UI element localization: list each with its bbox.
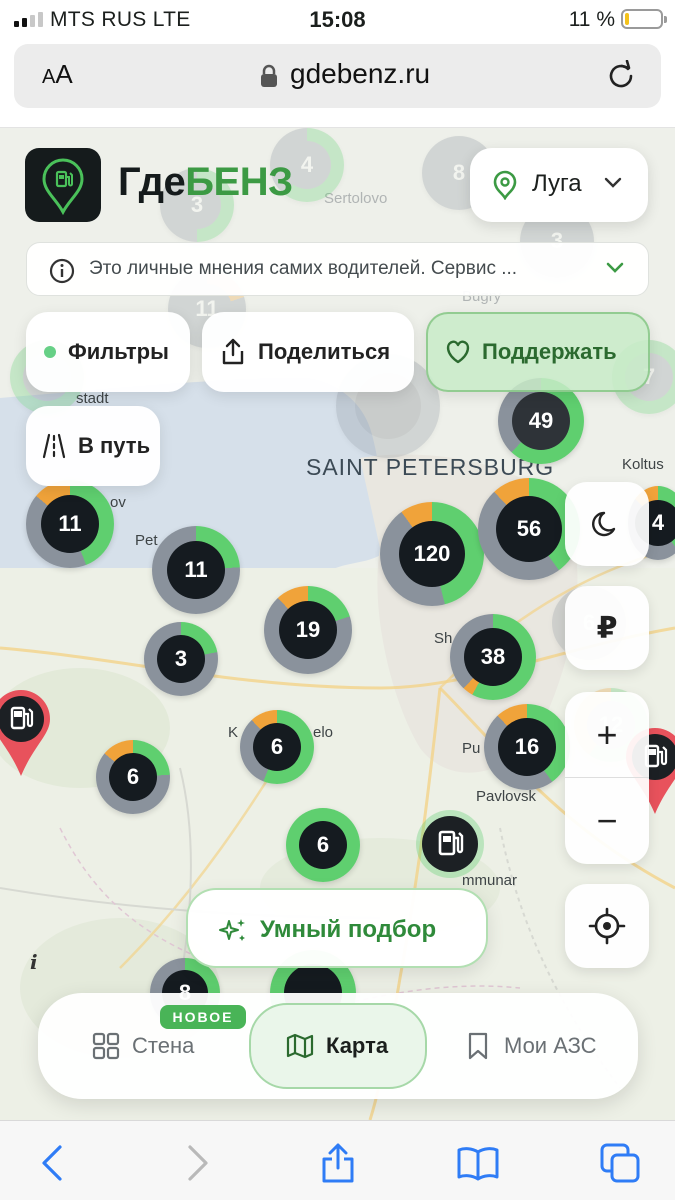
- road-icon: [42, 433, 66, 459]
- support-button[interactable]: Поддержать: [426, 312, 650, 392]
- forward-button[interactable]: [176, 1141, 220, 1185]
- upload-icon: [222, 338, 244, 365]
- nav-map-label: Карта: [326, 1033, 389, 1058]
- heart-icon: [446, 340, 470, 364]
- city-label: Луга: [532, 170, 582, 197]
- brand-name: ГдеБЕНЗ: [118, 160, 293, 205]
- map-label-pet: Pet: [135, 532, 158, 549]
- brand-part-2: БЕНЗ: [185, 160, 293, 204]
- station-cluster[interactable]: 11: [26, 480, 114, 568]
- map-label-koltus: Koltus: [622, 456, 664, 473]
- app-logo[interactable]: [25, 148, 101, 222]
- back-button[interactable]: [30, 1141, 74, 1185]
- fuel-station-pin[interactable]: [0, 688, 52, 780]
- city-selector[interactable]: Луга: [470, 148, 648, 222]
- nav-item-wall[interactable]: Стена: [92, 993, 194, 1099]
- nav-my-stations-label: Мои АЗС: [504, 1033, 597, 1058]
- info-banner-text: Это личные мнения самих водителей. Серви…: [89, 258, 518, 279]
- forward-icon: [188, 1145, 208, 1181]
- info-icon: [49, 258, 75, 284]
- logo-fuel-pin-icon: [42, 158, 84, 216]
- crosshair-icon: [588, 907, 626, 945]
- reload-icon[interactable]: [605, 60, 637, 92]
- zoom-controls: + −: [565, 692, 649, 864]
- status-bar: MTS RUS LTE 15:08 11 %: [0, 0, 675, 40]
- support-label: Поддержать: [482, 339, 617, 364]
- station-cluster[interactable]: 11: [152, 526, 240, 614]
- fuel-pump-icon: [416, 810, 484, 878]
- locate-me-button[interactable]: [565, 884, 649, 968]
- moon-icon: [592, 511, 616, 537]
- route-label: В путь: [78, 433, 151, 458]
- route-button[interactable]: В путь: [26, 406, 160, 486]
- browser-toolbar: [0, 1120, 675, 1200]
- station-cluster[interactable]: 6: [286, 808, 360, 882]
- text-size-button[interactable]: AA: [42, 59, 73, 90]
- info-banner[interactable]: Это личные мнения самих водителей. Серви…: [26, 242, 649, 296]
- lock-icon: [261, 64, 277, 87]
- chevron-down-icon: [604, 177, 622, 188]
- map-label-elo: elo: [313, 724, 334, 741]
- back-icon: [42, 1145, 62, 1181]
- station-cluster[interactable]: 3: [144, 622, 218, 696]
- map-label-pavlovsk: Pavlovsk: [476, 788, 537, 805]
- tabs-icon: [600, 1143, 640, 1183]
- tabs-button[interactable]: [598, 1141, 642, 1185]
- map-label-stadt: stadt: [76, 390, 109, 407]
- browser-address-area: AA gdebenz.ru: [0, 40, 675, 128]
- station-cluster[interactable]: 6: [240, 710, 314, 784]
- station-cluster[interactable]: 120: [380, 502, 484, 606]
- battery-percent: 11 %: [568, 8, 615, 31]
- station-cluster[interactable]: 19: [264, 586, 352, 674]
- sparkle-icon: [219, 919, 245, 941]
- filters-button[interactable]: Фильтры: [26, 312, 190, 392]
- chevron-down-icon: [606, 262, 624, 273]
- url-text[interactable]: gdebenz.ru: [290, 58, 430, 90]
- location-pin-icon: [493, 170, 517, 200]
- map-label-saint-petersburg: SAINT PETERSBURG: [306, 454, 555, 480]
- battery-icon: [621, 9, 667, 29]
- bottom-nav: НОВОЕ Стена Карта Мои АЗС: [38, 993, 638, 1099]
- nav-wall-label: Стена: [132, 1033, 195, 1058]
- zoom-out-button[interactable]: −: [565, 778, 649, 864]
- map-label-ov: ov: [110, 494, 126, 511]
- fuel-station-marker[interactable]: [414, 808, 486, 888]
- bookmark-icon: [468, 1032, 488, 1060]
- map-label-sertolovo: Sertolovo: [324, 190, 388, 207]
- fuel-pump-icon: [0, 690, 50, 776]
- smart-pick-button[interactable]: Умный подбор: [186, 888, 488, 968]
- brand-part-1: Где: [118, 160, 186, 204]
- filters-label: Фильтры: [68, 339, 169, 364]
- station-cluster[interactable]: 6: [96, 740, 170, 814]
- price-toggle-button[interactable]: ₽: [565, 586, 649, 670]
- share-page-button[interactable]: [316, 1141, 360, 1185]
- nav-item-my-stations[interactable]: Мои АЗС: [466, 993, 597, 1099]
- filters-active-dot: [44, 346, 56, 358]
- map-label-sh: Sh: [434, 630, 453, 647]
- share-label: Поделиться: [258, 339, 391, 364]
- zoom-in-button[interactable]: +: [565, 692, 649, 777]
- map-attribution-button[interactable]: i: [30, 950, 38, 974]
- bookmarks-button[interactable]: [456, 1141, 500, 1185]
- ruble-icon: ₽: [596, 611, 618, 645]
- grid-icon: [92, 1032, 120, 1060]
- book-icon: [457, 1147, 499, 1181]
- station-cluster[interactable]: 16: [484, 704, 570, 790]
- station-cluster[interactable]: 38: [450, 614, 536, 700]
- battery-fill: [625, 13, 629, 25]
- share-button[interactable]: Поделиться: [202, 312, 414, 392]
- map-label-pu: Pu: [462, 740, 481, 757]
- map-label-k: K: [228, 724, 239, 741]
- theme-toggle-button[interactable]: [565, 482, 649, 566]
- address-bar[interactable]: AA gdebenz.ru: [14, 44, 661, 108]
- smart-pick-label: Умный подбор: [260, 916, 437, 943]
- share-icon: [322, 1143, 354, 1183]
- map-icon: [286, 1033, 314, 1059]
- nav-item-map[interactable]: Карта: [286, 993, 388, 1099]
